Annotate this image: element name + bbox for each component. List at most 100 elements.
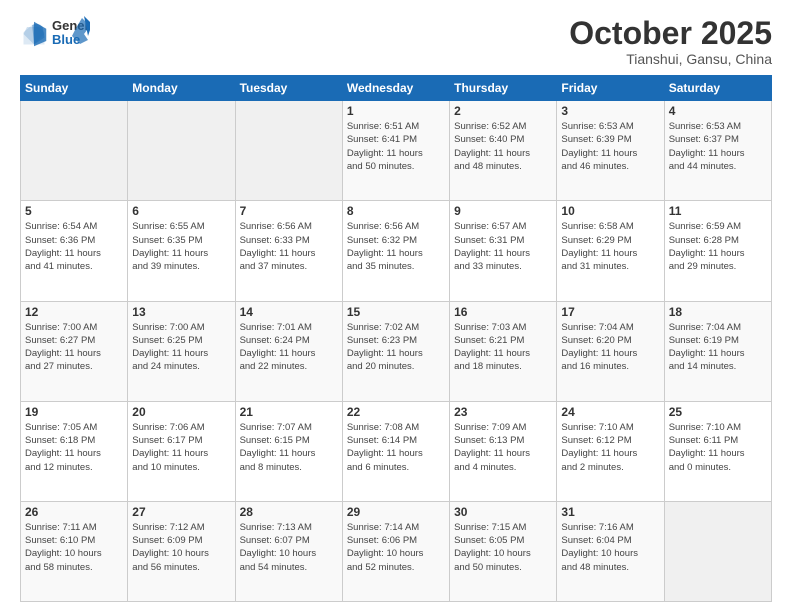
calendar-table: SundayMondayTuesdayWednesdayThursdayFrid… (20, 75, 772, 602)
day-info: Sunrise: 7:01 AM Sunset: 6:24 PM Dayligh… (240, 321, 338, 374)
calendar-cell (664, 501, 771, 601)
day-info: Sunrise: 7:04 AM Sunset: 6:19 PM Dayligh… (669, 321, 767, 374)
day-number: 4 (669, 104, 767, 118)
day-number: 3 (561, 104, 659, 118)
day-number: 12 (25, 305, 123, 319)
calendar-cell: 17 Sunrise: 7:04 AM Sunset: 6:20 PM Dayli… (557, 301, 664, 401)
day-info: Sunrise: 6:51 AM Sunset: 6:41 PM Dayligh… (347, 120, 445, 173)
calendar-cell: 13 Sunrise: 7:00 AM Sunset: 6:25 PM Dayli… (128, 301, 235, 401)
day-number: 20 (132, 405, 230, 419)
day-info: Sunrise: 6:55 AM Sunset: 6:35 PM Dayligh… (132, 220, 230, 273)
day-number: 16 (454, 305, 552, 319)
calendar-cell: 28 Sunrise: 7:13 AM Sunset: 6:07 PM Dayli… (235, 501, 342, 601)
col-header-friday: Friday (557, 76, 664, 101)
col-header-tuesday: Tuesday (235, 76, 342, 101)
day-info: Sunrise: 6:57 AM Sunset: 6:31 PM Dayligh… (454, 220, 552, 273)
day-number: 9 (454, 204, 552, 218)
calendar-cell: 30 Sunrise: 7:15 AM Sunset: 6:05 PM Dayli… (450, 501, 557, 601)
day-info: Sunrise: 6:53 AM Sunset: 6:37 PM Dayligh… (669, 120, 767, 173)
calendar-cell: 5Sunrise: 6:54 AM Sunset: 6:36 PM Daylig… (21, 201, 128, 301)
day-number: 7 (240, 204, 338, 218)
calendar-cell: 25 Sunrise: 7:10 AM Sunset: 6:11 PM Dayli… (664, 401, 771, 501)
day-info: Sunrise: 6:54 AM Sunset: 6:36 PM Dayligh… (25, 220, 123, 273)
calendar-cell: 12 Sunrise: 7:00 AM Sunset: 6:27 PM Dayli… (21, 301, 128, 401)
day-info: Sunrise: 7:05 AM Sunset: 6:18 PM Dayligh… (25, 421, 123, 474)
calendar-cell: 8Sunrise: 6:56 AM Sunset: 6:32 PM Daylig… (342, 201, 449, 301)
page: General Blue October 2025 Tianshui, Gans… (0, 0, 792, 612)
day-number: 28 (240, 505, 338, 519)
calendar-cell: 3Sunrise: 6:53 AM Sunset: 6:39 PM Daylig… (557, 101, 664, 201)
calendar-cell: 24 Sunrise: 7:10 AM Sunset: 6:12 PM Dayli… (557, 401, 664, 501)
calendar-week-5: 26Sunrise: 7:11 AM Sunset: 6:10 PM Dayli… (21, 501, 772, 601)
day-info: Sunrise: 7:15 AM Sunset: 6:05 PM Dayligh… (454, 521, 552, 574)
calendar-cell: 6 Sunrise: 6:55 AM Sunset: 6:35 PM Daylig… (128, 201, 235, 301)
calendar-cell: 7Sunrise: 6:56 AM Sunset: 6:33 PM Daylig… (235, 201, 342, 301)
day-number: 2 (454, 104, 552, 118)
day-number: 22 (347, 405, 445, 419)
day-info: Sunrise: 6:59 AM Sunset: 6:28 PM Dayligh… (669, 220, 767, 273)
day-number: 30 (454, 505, 552, 519)
day-number: 15 (347, 305, 445, 319)
day-number: 17 (561, 305, 659, 319)
calendar-week-2: 5Sunrise: 6:54 AM Sunset: 6:36 PM Daylig… (21, 201, 772, 301)
day-info: Sunrise: 7:14 AM Sunset: 6:06 PM Dayligh… (347, 521, 445, 574)
day-info: Sunrise: 7:06 AM Sunset: 6:17 PM Dayligh… (132, 421, 230, 474)
logo: General Blue (20, 16, 90, 52)
day-number: 24 (561, 405, 659, 419)
calendar-cell: 4 Sunrise: 6:53 AM Sunset: 6:37 PM Daylig… (664, 101, 771, 201)
calendar-cell: 1 Sunrise: 6:51 AM Sunset: 6:41 PM Daylig… (342, 101, 449, 201)
calendar-cell: 14 Sunrise: 7:01 AM Sunset: 6:24 PM Dayli… (235, 301, 342, 401)
calendar-cell: 26Sunrise: 7:11 AM Sunset: 6:10 PM Dayli… (21, 501, 128, 601)
day-info: Sunrise: 7:10 AM Sunset: 6:11 PM Dayligh… (669, 421, 767, 474)
day-info: Sunrise: 7:02 AM Sunset: 6:23 PM Dayligh… (347, 321, 445, 374)
day-number: 10 (561, 204, 659, 218)
calendar-header-row: SundayMondayTuesdayWednesdayThursdayFrid… (21, 76, 772, 101)
day-info: Sunrise: 7:11 AM Sunset: 6:10 PM Dayligh… (25, 521, 123, 574)
col-header-wednesday: Wednesday (342, 76, 449, 101)
col-header-sunday: Sunday (21, 76, 128, 101)
day-info: Sunrise: 6:52 AM Sunset: 6:40 PM Dayligh… (454, 120, 552, 173)
day-info: Sunrise: 6:56 AM Sunset: 6:32 PM Dayligh… (347, 220, 445, 273)
calendar-cell: 15 Sunrise: 7:02 AM Sunset: 6:23 PM Dayli… (342, 301, 449, 401)
day-info: Sunrise: 7:13 AM Sunset: 6:07 PM Dayligh… (240, 521, 338, 574)
calendar-cell (235, 101, 342, 201)
day-number: 25 (669, 405, 767, 419)
logo-icon (20, 20, 48, 48)
logo-svg: General Blue (52, 16, 90, 52)
calendar-cell: 19 Sunrise: 7:05 AM Sunset: 6:18 PM Dayli… (21, 401, 128, 501)
calendar-cell: 9 Sunrise: 6:57 AM Sunset: 6:31 PM Daylig… (450, 201, 557, 301)
calendar-week-1: 1 Sunrise: 6:51 AM Sunset: 6:41 PM Daylig… (21, 101, 772, 201)
col-header-saturday: Saturday (664, 76, 771, 101)
day-info: Sunrise: 7:00 AM Sunset: 6:27 PM Dayligh… (25, 321, 123, 374)
calendar-cell: 27Sunrise: 7:12 AM Sunset: 6:09 PM Dayli… (128, 501, 235, 601)
day-info: Sunrise: 7:07 AM Sunset: 6:15 PM Dayligh… (240, 421, 338, 474)
day-info: Sunrise: 7:10 AM Sunset: 6:12 PM Dayligh… (561, 421, 659, 474)
day-number: 31 (561, 505, 659, 519)
month-title: October 2025 (569, 16, 772, 51)
day-number: 1 (347, 104, 445, 118)
day-number: 18 (669, 305, 767, 319)
day-number: 14 (240, 305, 338, 319)
calendar-cell: 2 Sunrise: 6:52 AM Sunset: 6:40 PM Daylig… (450, 101, 557, 201)
day-number: 21 (240, 405, 338, 419)
calendar-cell: 11Sunrise: 6:59 AM Sunset: 6:28 PM Dayli… (664, 201, 771, 301)
day-info: Sunrise: 7:08 AM Sunset: 6:14 PM Dayligh… (347, 421, 445, 474)
title-block: October 2025 Tianshui, Gansu, China (569, 16, 772, 67)
day-number: 19 (25, 405, 123, 419)
calendar-cell: 22 Sunrise: 7:08 AM Sunset: 6:14 PM Dayli… (342, 401, 449, 501)
calendar-week-3: 12 Sunrise: 7:00 AM Sunset: 6:27 PM Dayli… (21, 301, 772, 401)
calendar-cell: 21 Sunrise: 7:07 AM Sunset: 6:15 PM Dayli… (235, 401, 342, 501)
day-info: Sunrise: 7:09 AM Sunset: 6:13 PM Dayligh… (454, 421, 552, 474)
calendar-cell: 31 Sunrise: 7:16 AM Sunset: 6:04 PM Dayli… (557, 501, 664, 601)
day-info: Sunrise: 7:03 AM Sunset: 6:21 PM Dayligh… (454, 321, 552, 374)
calendar-cell: 16 Sunrise: 7:03 AM Sunset: 6:21 PM Dayli… (450, 301, 557, 401)
day-info: Sunrise: 7:16 AM Sunset: 6:04 PM Dayligh… (561, 521, 659, 574)
day-number: 6 (132, 204, 230, 218)
day-info: Sunrise: 7:00 AM Sunset: 6:25 PM Dayligh… (132, 321, 230, 374)
calendar-cell: 29Sunrise: 7:14 AM Sunset: 6:06 PM Dayli… (342, 501, 449, 601)
day-info: Sunrise: 7:04 AM Sunset: 6:20 PM Dayligh… (561, 321, 659, 374)
day-number: 27 (132, 505, 230, 519)
day-number: 13 (132, 305, 230, 319)
day-number: 23 (454, 405, 552, 419)
calendar-cell: 10Sunrise: 6:58 AM Sunset: 6:29 PM Dayli… (557, 201, 664, 301)
